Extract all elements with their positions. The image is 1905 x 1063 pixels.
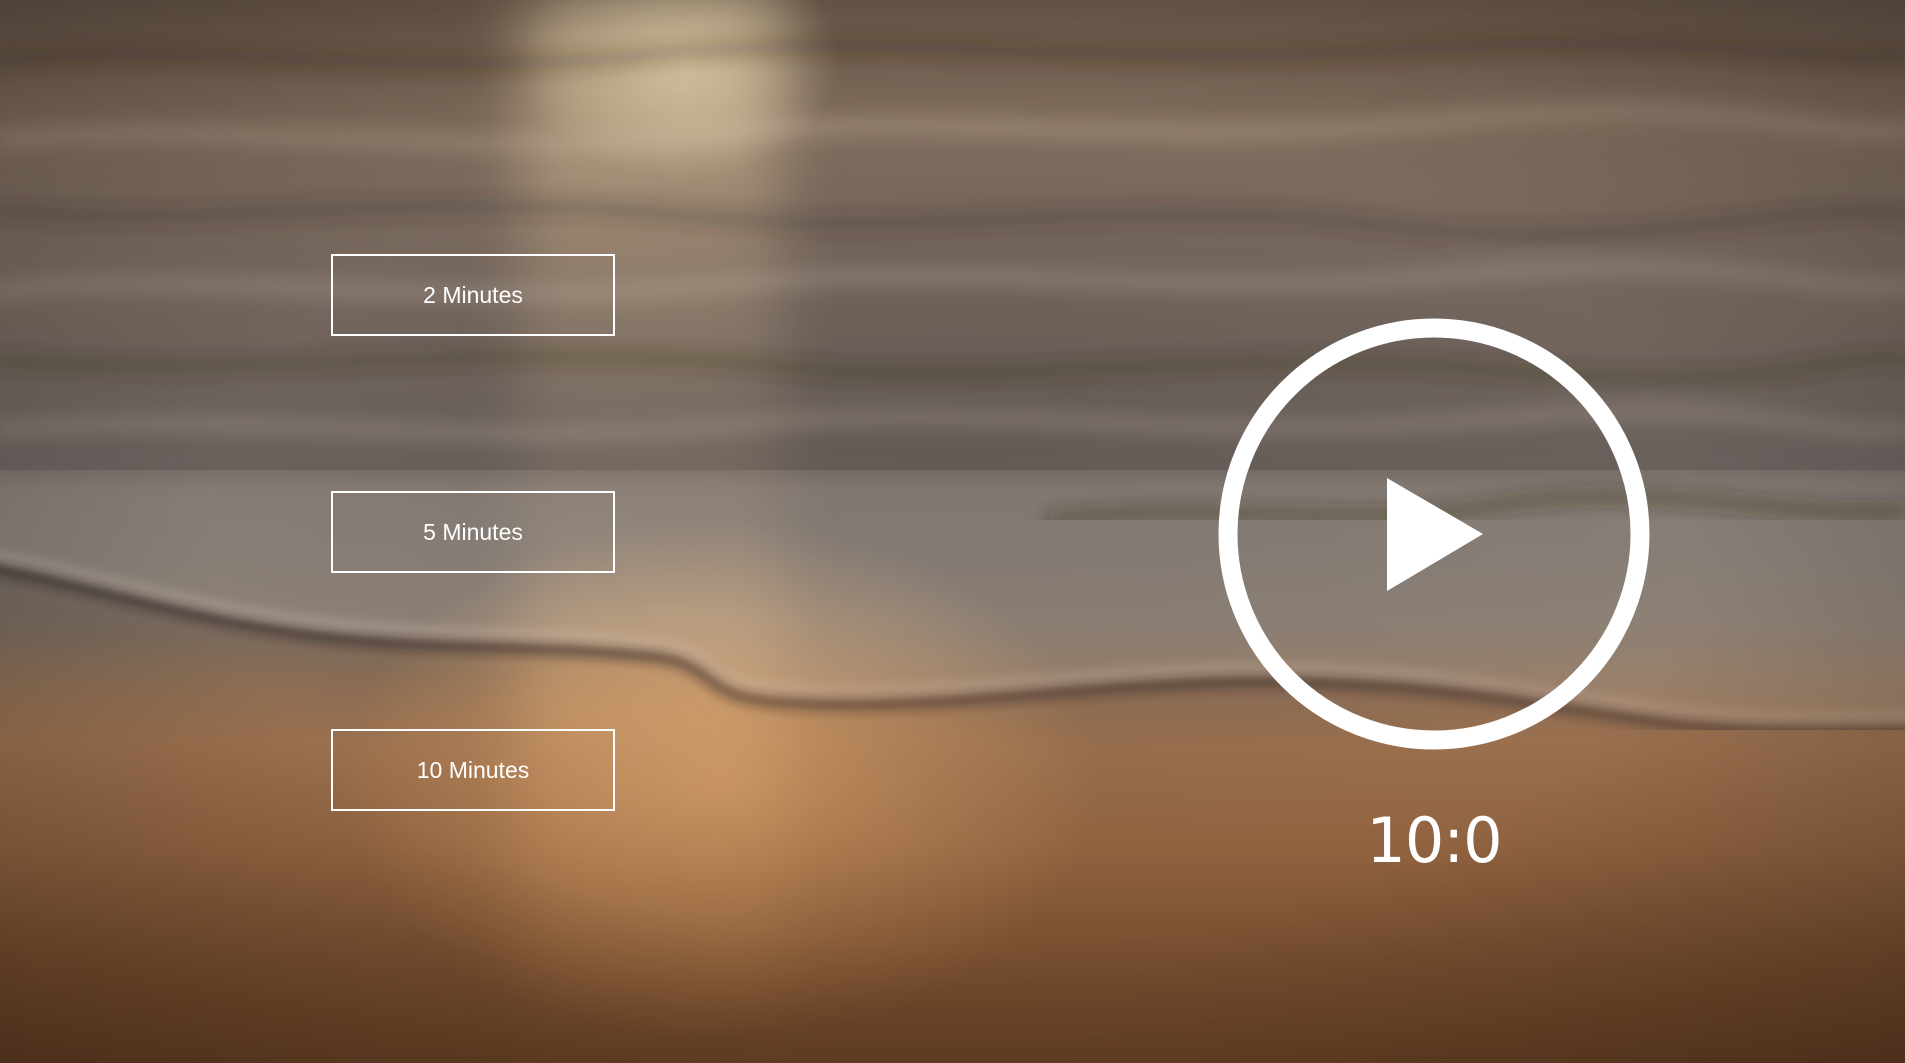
countdown-timer: 10:0	[1366, 804, 1502, 877]
play-circle-icon	[1218, 318, 1650, 750]
duration-10-minutes-label: 10 Minutes	[416, 756, 530, 783]
duration-2-minutes-label: 2 Minutes	[423, 281, 523, 308]
duration-2-minutes-button[interactable]: 2 Minutes	[331, 254, 615, 336]
duration-5-minutes-label: 5 Minutes	[423, 518, 523, 545]
duration-5-minutes-button[interactable]: 5 Minutes	[331, 491, 615, 573]
meditation-timer-screen: 2 Minutes 5 Minutes 10 Minutes 10:0	[0, 0, 1905, 1063]
play-button[interactable]	[1218, 318, 1650, 750]
duration-10-minutes-button[interactable]: 10 Minutes	[331, 729, 615, 811]
play-triangle	[1387, 478, 1483, 591]
